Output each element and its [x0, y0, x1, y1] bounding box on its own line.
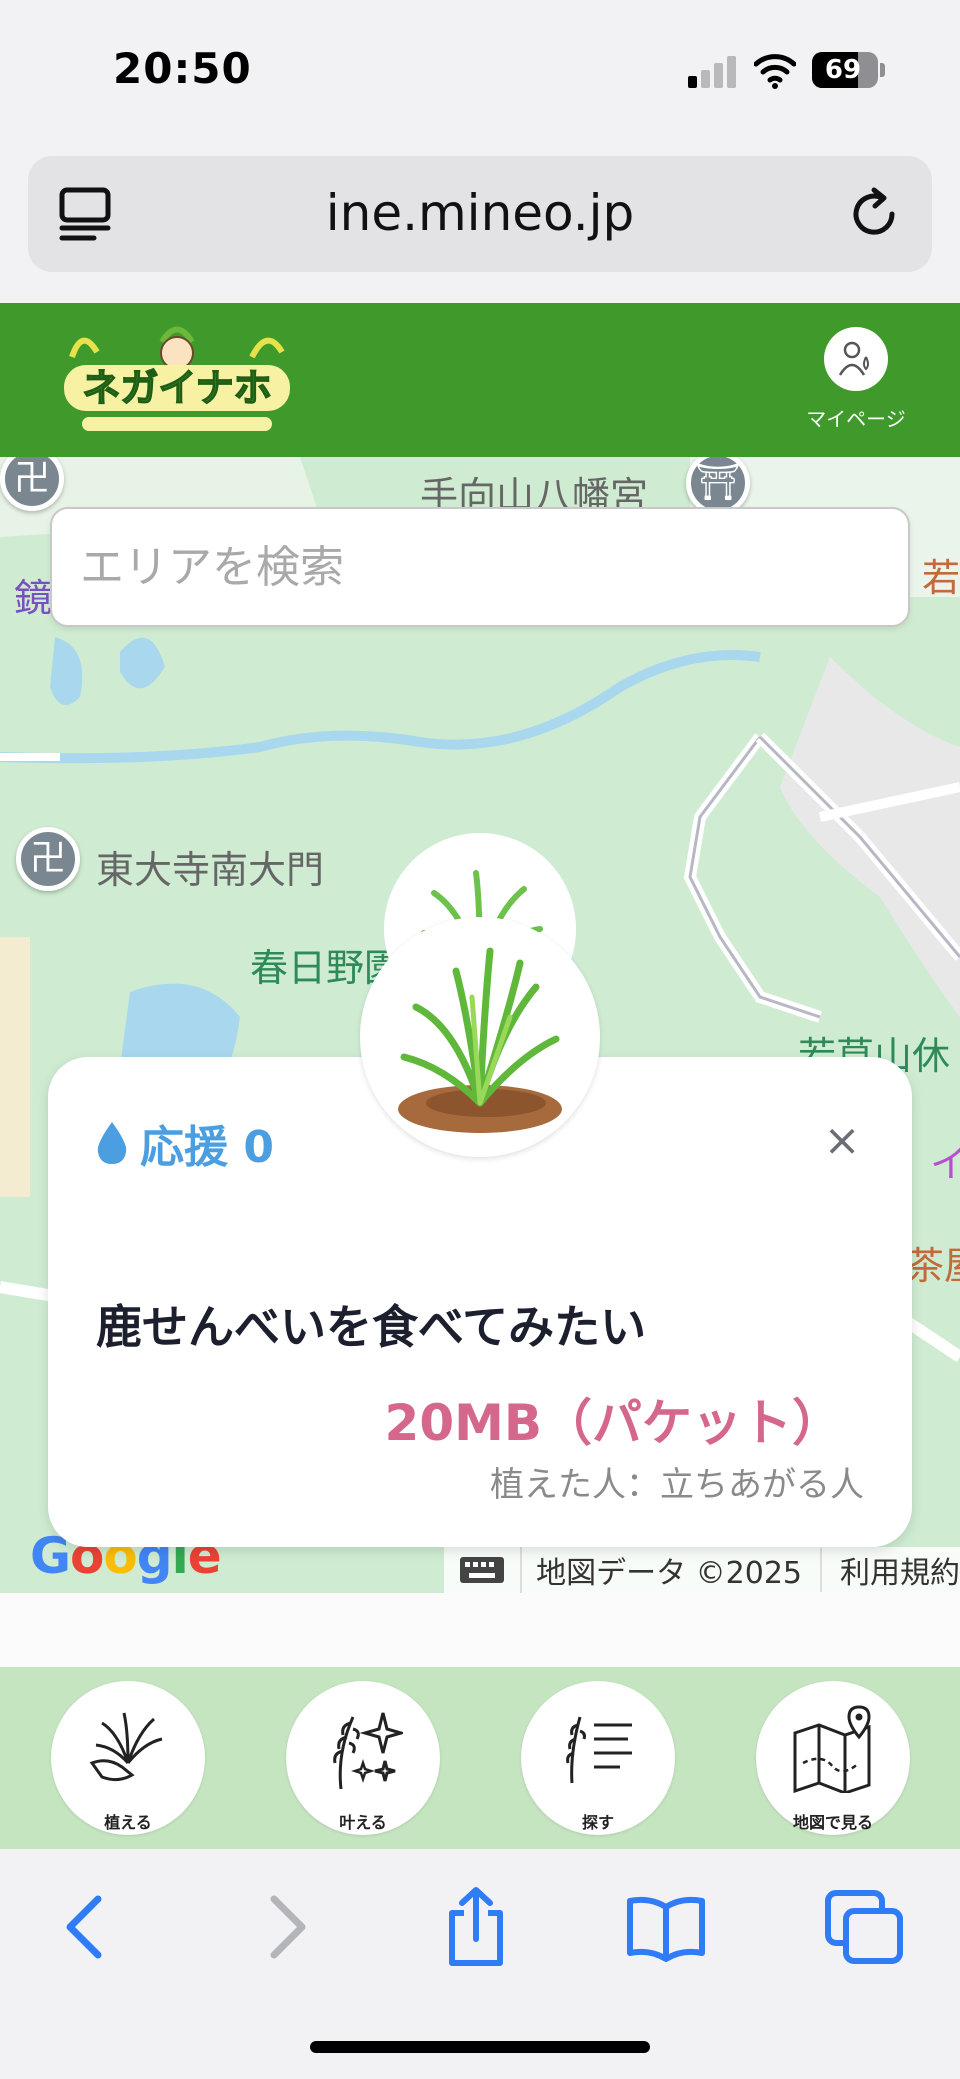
map-pin-icon — [793, 1705, 871, 1793]
nav-search-label: 探す — [581, 1813, 614, 1832]
status-time: 20:50 — [113, 44, 252, 93]
area-search-box[interactable] — [50, 507, 910, 627]
safari-toolbar — [0, 1849, 960, 2079]
planter-name: 植えた人：立ちあがる人 — [490, 1465, 864, 1505]
battery-percent: 69 — [824, 55, 862, 85]
todaiji-pin-icon[interactable]: 卍 — [16, 827, 80, 891]
reload-icon[interactable] — [844, 184, 904, 244]
page-gap — [0, 1593, 960, 1667]
url-bar[interactable]: ine.mineo.jp — [28, 156, 932, 272]
status-bar: 20:50 69 — [0, 0, 960, 140]
plant-hand-icon — [89, 1712, 163, 1782]
app-bottom-nav: 植える 叶える 探す 地図で見る — [0, 1667, 960, 1849]
area-search-input[interactable] — [52, 509, 908, 625]
sparkle-rice-icon — [333, 1712, 403, 1790]
wish-title: 鹿せんべいを食べてみたい — [96, 1300, 647, 1354]
mypage-label: マイページ — [806, 407, 906, 431]
nav-plant-button[interactable]: 植える — [51, 1681, 205, 1835]
support-label: 応援 0 — [140, 1122, 274, 1173]
list-search-icon — [566, 1716, 632, 1784]
water-drop-icon — [97, 1122, 127, 1164]
battery-nub — [880, 63, 885, 77]
negainaho-logo[interactable]: ネガイナホ — [52, 317, 302, 441]
back-icon[interactable] — [46, 1887, 126, 1967]
share-icon[interactable] — [436, 1887, 516, 1967]
reward-amount: 20MB（パケット） — [384, 1394, 842, 1452]
support-count[interactable]: 応援 0 — [94, 1111, 274, 1175]
nav-map-button[interactable]: 地図で見る — [756, 1681, 910, 1835]
nav-map-label: 地図で見る — [792, 1813, 873, 1832]
mypage-button[interactable]: マイページ — [800, 327, 912, 432]
nav-search-button[interactable]: 探す — [521, 1681, 675, 1835]
map-label-edge-left: 鏡 — [14, 576, 53, 620]
bookmarks-icon[interactable] — [626, 1887, 706, 1967]
map-label-edge-right-top: 若 — [922, 556, 960, 600]
tabs-icon[interactable] — [824, 1887, 904, 1967]
map-label-chaya: 茶屋 — [906, 1244, 960, 1288]
keyboard-shortcuts-icon[interactable] — [444, 1547, 523, 1593]
map-label-edge-right-i: イ — [930, 1142, 960, 1186]
url-text[interactable]: ine.mineo.jp — [28, 184, 932, 242]
svg-text:ネガイナホ: ネガイナホ — [82, 366, 271, 410]
cellular-signal-icon — [688, 56, 738, 88]
map-attribution: 地図データ ©2025 利用規約 — [444, 1547, 960, 1593]
home-indicator[interactable] — [310, 2041, 650, 2053]
map-view[interactable]: 手向山八幡宮 卍 ⛩ 鏡 若 卍 東大寺南大門 春日野園 若草山休 イ 茶屋 応… — [0, 457, 960, 1593]
map-label-todaiji[interactable]: 東大寺南大門 — [96, 839, 324, 894]
app-header: ネガイナホ マイページ — [0, 303, 960, 457]
close-icon[interactable]: × — [822, 1119, 862, 1163]
terms-link[interactable]: 利用規約 — [822, 1548, 960, 1592]
nav-fulfill-button[interactable]: 叶える — [286, 1681, 440, 1835]
forward-icon[interactable] — [246, 1887, 326, 1967]
user-icon — [824, 327, 888, 391]
rice-plant-marker[interactable] — [360, 917, 600, 1157]
nav-plant-label: 植える — [104, 1813, 152, 1832]
battery-icon: 69 — [812, 52, 878, 88]
wifi-icon — [754, 54, 796, 89]
nav-fulfill-label: 叶える — [339, 1813, 387, 1832]
map-data-credit: 地図データ ©2025 — [522, 1548, 822, 1592]
